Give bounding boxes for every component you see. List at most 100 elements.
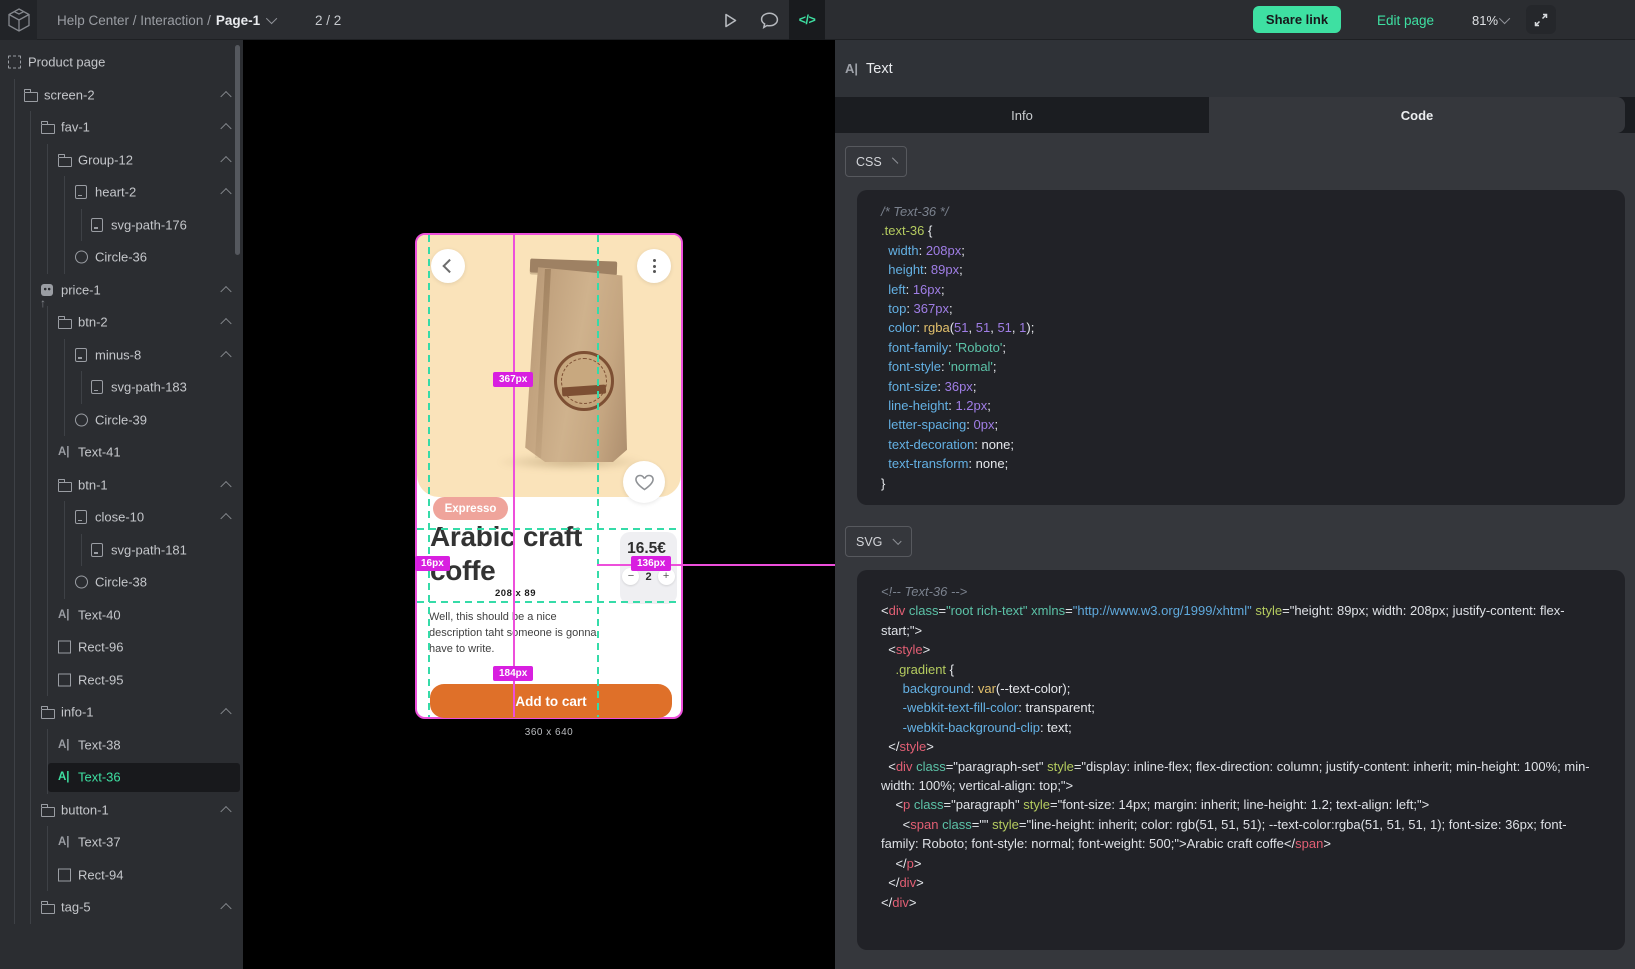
code-line: .text-36 { — [881, 221, 1601, 240]
tab-info[interactable]: Info — [835, 97, 1209, 133]
layer-row-Text-41[interactable]: A|Text-41 — [0, 436, 243, 469]
chevron-left-icon — [442, 259, 456, 273]
canvas[interactable]: Expresso Arabic craft coffe 208 x 89 16.… — [243, 40, 835, 969]
layer-row-Rect-96[interactable]: Rect-96 — [0, 631, 243, 664]
layer-row-Group-12[interactable]: Group-12 — [0, 144, 243, 177]
tree-indent-guide — [30, 371, 31, 404]
text-icon: A| — [58, 836, 70, 848]
collapse-chevron-icon[interactable] — [220, 286, 231, 297]
tree-indent-guide — [14, 111, 15, 144]
layer-row-btn-2[interactable]: btn-2 — [0, 306, 243, 339]
collapse-chevron-icon[interactable] — [220, 188, 231, 199]
tree-indent-guide — [30, 111, 31, 144]
fullscreen-button[interactable] — [1526, 5, 1556, 34]
collapse-chevron-icon[interactable] — [220, 318, 231, 329]
play-button[interactable] — [714, 0, 746, 40]
back-button[interactable] — [431, 249, 465, 283]
svg-code-block[interactable]: <!-- Text-36 --><div class="root rich-te… — [857, 570, 1625, 950]
zoom-value: 81% — [1472, 13, 1498, 28]
svg-format-select[interactable]: SVG — [845, 526, 912, 557]
code-mode-button[interactable]: </> — [789, 0, 825, 40]
zoom-control[interactable]: 81% — [1472, 0, 1510, 40]
layer-row-price-1[interactable]: price-1↑ — [0, 274, 243, 307]
layer-row-Circle-39[interactable]: Circle-39 — [0, 404, 243, 437]
app-logo-button[interactable] — [0, 0, 37, 40]
layer-row-btn-1[interactable]: btn-1 — [0, 469, 243, 502]
favorite-button[interactable] — [623, 461, 665, 503]
guide-horizontal-top — [417, 528, 681, 530]
measure-badge-top: 367px — [493, 372, 533, 387]
collapse-chevron-icon[interactable] — [220, 903, 231, 914]
collapse-chevron-icon[interactable] — [220, 123, 231, 134]
code-line: text-transform: none; — [881, 454, 1601, 473]
collapse-chevron-icon[interactable] — [220, 513, 231, 524]
collapse-chevron-icon[interactable] — [220, 351, 231, 362]
layer-label: tag-5 — [61, 900, 91, 915]
tree-indent-guide — [30, 566, 31, 599]
css-format-select[interactable]: CSS — [845, 146, 907, 177]
tree-indent-guide — [14, 176, 15, 209]
tree-indent-guide — [14, 566, 15, 599]
collapse-chevron-icon[interactable] — [220, 91, 231, 102]
tree-indent-guide — [30, 209, 31, 242]
layer-row-heart-2[interactable]: heart-2 — [0, 176, 243, 209]
breadcrumb[interactable]: Help Center / Interaction / Page-1 — [57, 0, 277, 40]
layers-tree: Product pagescreen-2fav-1Group-12heart-2… — [0, 46, 243, 924]
comment-button[interactable] — [753, 0, 785, 40]
layer-row-Text-36[interactable]: A|Text-36 — [0, 761, 243, 794]
share-link-button[interactable]: Share link — [1253, 6, 1341, 33]
tree-indent-guide — [30, 891, 31, 924]
layer-row-Text-40[interactable]: A|Text-40 — [0, 599, 243, 632]
code-line: .gradient { — [881, 660, 1601, 679]
layer-row-screen-2[interactable]: screen-2 — [0, 79, 243, 112]
layer-row-Text-38[interactable]: A|Text-38 — [0, 729, 243, 762]
tree-indent-guide — [47, 306, 48, 339]
layer-row-minus-8[interactable]: minus-8 — [0, 339, 243, 372]
circle-icon — [75, 576, 88, 589]
measure-badge-right: 136px — [631, 556, 671, 571]
share-link-label: Share link — [1266, 12, 1328, 27]
code-line: <!-- Text-36 --> — [881, 582, 1601, 601]
tree-indent-guide — [30, 599, 31, 632]
collapse-chevron-icon[interactable] — [220, 156, 231, 167]
layers-scrollbar[interactable] — [235, 45, 240, 255]
code-line: } — [881, 474, 1601, 493]
tree-indent-guide — [64, 566, 65, 599]
layer-row-Circle-38[interactable]: Circle-38 — [0, 566, 243, 599]
tab-code[interactable]: Code — [1209, 97, 1625, 133]
layer-label: Text-38 — [78, 737, 121, 752]
artboard-product-card[interactable]: Expresso Arabic craft coffe 208 x 89 16.… — [415, 233, 683, 719]
layer-row-button-1[interactable]: button-1 — [0, 794, 243, 827]
instance-arrow-icon: ↑ — [40, 296, 46, 310]
layer-row-Rect-95[interactable]: Rect-95 — [0, 664, 243, 697]
edit-page-link[interactable]: Edit page — [1377, 0, 1434, 40]
add-to-cart-button[interactable]: Add to cart — [430, 684, 672, 718]
layer-row-Product page[interactable]: Product page — [0, 46, 243, 79]
overflow-menu-button[interactable] — [637, 249, 671, 283]
layer-row-svg-path-183[interactable]: svg-path-183 — [0, 371, 243, 404]
layer-row-close-10[interactable]: close-10 — [0, 501, 243, 534]
tree-indent-guide — [64, 209, 65, 242]
breadcrumb-chevron-icon[interactable] — [266, 13, 277, 24]
collapse-chevron-icon[interactable] — [220, 708, 231, 719]
kebab-menu-icon — [653, 259, 656, 262]
tree-indent-guide — [30, 501, 31, 534]
category-tag[interactable]: Expresso — [433, 497, 508, 520]
layer-row-info-1[interactable]: info-1 — [0, 696, 243, 729]
layer-row-svg-path-176[interactable]: svg-path-176 — [0, 209, 243, 242]
layer-row-Circle-36[interactable]: Circle-36 — [0, 241, 243, 274]
layer-row-svg-path-181[interactable]: svg-path-181 — [0, 534, 243, 567]
layer-row-Text-37[interactable]: A|Text-37 — [0, 826, 243, 859]
layer-row-tag-5[interactable]: tag-5 — [0, 891, 243, 924]
tree-indent-guide — [14, 696, 15, 729]
css-code-block[interactable]: /* Text-36 */.text-36 { width: 208px; he… — [857, 190, 1625, 505]
collapse-chevron-icon[interactable] — [220, 806, 231, 817]
collapse-chevron-icon[interactable] — [220, 481, 231, 492]
component-icon — [41, 284, 53, 296]
tree-indent-guide — [64, 176, 65, 209]
layer-row-fav-1[interactable]: fav-1 — [0, 111, 243, 144]
tree-indent-guide — [14, 761, 15, 794]
tree-indent-guide — [64, 534, 65, 567]
layer-label: Text-36 — [78, 770, 121, 785]
layer-row-Rect-94[interactable]: Rect-94 — [0, 859, 243, 892]
